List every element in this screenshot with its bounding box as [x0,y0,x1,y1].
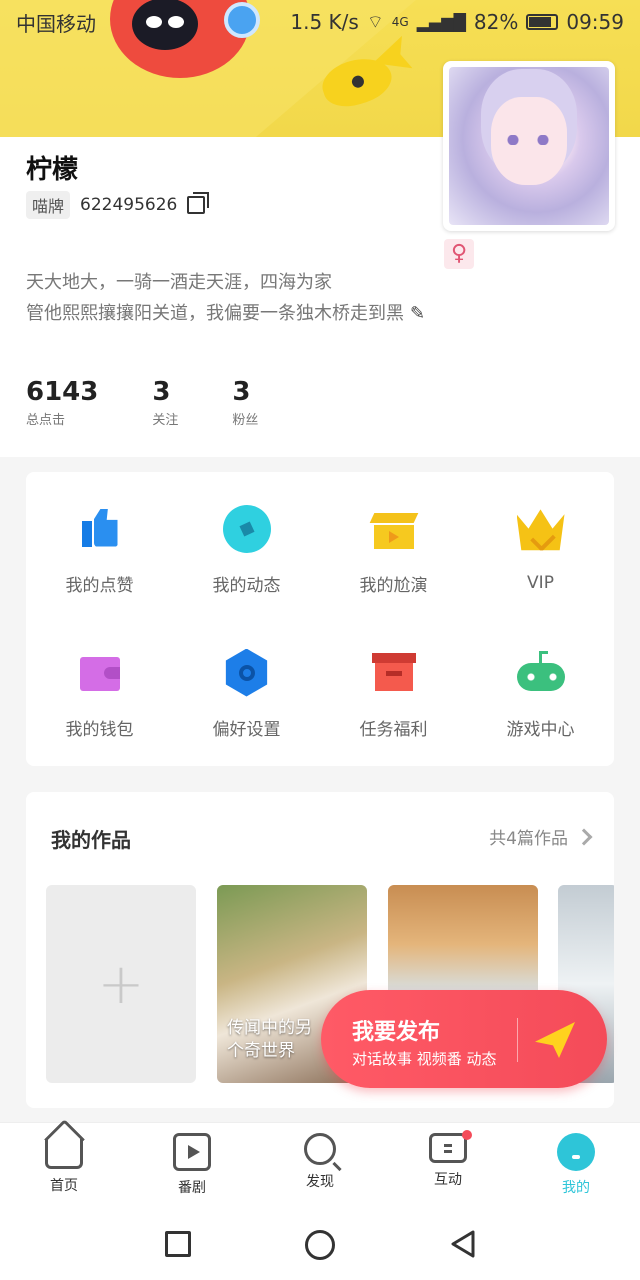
stats-row: 6143 总点击 3 关注 3 粉丝 [26,377,312,428]
gift-box-icon [370,649,418,697]
home-icon [45,1139,83,1169]
paper-plane-icon [535,1022,575,1058]
status-bar: 中国移动 1.5 K/s ⌔ 4G ▂▄▆█ 82% 09:59 [0,0,640,44]
tab-drama[interactable]: 番剧 [128,1123,256,1212]
stat-clicks: 6143 总点击 [26,377,98,428]
home-circle-icon[interactable] [305,1230,335,1260]
notification-dot [462,1130,472,1140]
tab-interact[interactable]: 互动 [384,1123,512,1212]
menu-label: 我的动态 [212,575,281,596]
menu-label: 任务福利 [359,719,428,740]
clock: 09:59 [566,10,624,34]
tab-label: 番剧 [178,1180,206,1196]
network-speed: 1.5 K/s [290,10,359,34]
publish-subtitle: 对话故事 视频番 动态 [352,1050,497,1068]
clapperboard-icon [370,505,418,553]
tab-me[interactable]: 我的 [512,1123,640,1212]
gamepad-buttons [526,672,557,681]
tab-label: 我的 [562,1180,590,1196]
add-work-button[interactable]: + [46,885,196,1083]
carrier-label: 中国移动 [16,11,96,36]
system-nav-bar [0,1212,640,1280]
avatar[interactable] [443,61,615,231]
battery-icon [526,14,559,30]
bottom-tab-bar: 首页 番剧 发现 互动 我的 [0,1122,640,1212]
menu-item-wallet[interactable]: 我的钱包 [26,622,173,766]
stat-label: 总点击 [26,413,66,428]
settings-hex-icon [225,648,268,697]
back-triangle-icon[interactable] [450,1229,476,1259]
recent-apps-icon[interactable] [165,1231,191,1257]
menu-item-performances[interactable]: 我的尬演 [320,478,467,622]
signal-label: 4G [391,15,409,29]
clapper-play-mark [388,530,399,543]
wallet-icon [76,649,124,697]
menu-label: 我的点赞 [65,575,134,596]
menu-label: 我的尬演 [359,575,428,596]
work-caption-line: 传闻中的另 [227,1018,312,1038]
user-id: 622495626 [80,195,178,215]
works-count: 共4篇作品 [489,829,568,849]
bio-line-2: 管他熙熙攘攘阳关道，我偏要一条独木桥走到黑 ✎ [26,298,425,329]
edit-pencil-icon[interactable]: ✎ [410,298,425,329]
status-right: 1.5 K/s ⌔ 4G ▂▄▆█ 82% 09:59 [290,10,624,34]
publish-title: 我要发布 [352,1020,441,1045]
search-discover-icon [304,1133,336,1165]
tab-home[interactable]: 首页 [0,1123,128,1212]
avatar-image [449,67,609,225]
menu-label: 偏好设置 [212,719,281,740]
work-caption-line: 个奇世界 [227,1041,295,1061]
user-name: 柠檬 [26,155,79,185]
id-tag: 喵牌 [26,191,71,219]
play-square-icon [173,1133,211,1171]
menu-item-preferences[interactable]: 偏好设置 [173,622,320,766]
gamepad-icon [516,649,565,697]
stat-value: 3 [152,377,171,407]
menu-grid: 我的点赞 我的动态 我的尬演 VIP 我的钱包 偏好设置 任务福利 游戏中心 [26,472,614,766]
work-caption: 传闻中的另 个奇世界 [227,1017,312,1063]
stat-following[interactable]: 3 关注 [152,377,178,428]
stat-label: 粉丝 [232,413,259,428]
copy-icon[interactable] [187,192,210,214]
user-id-row: 喵牌 622495626 [26,191,210,219]
menu-label: 我的钱包 [65,719,134,740]
wifi-icon: ⌔ [366,11,384,33]
works-more-link[interactable]: 共4篇作品 [489,824,593,849]
crown-icon [516,509,565,551]
menu-item-vip[interactable]: VIP [467,478,614,622]
publish-button[interactable]: 我要发布 对话故事 视频番 动态 [321,990,607,1088]
stat-fans[interactable]: 3 粉丝 [232,377,258,428]
chevron-right-icon [575,828,593,845]
chat-icon [429,1133,467,1163]
tab-label: 首页 [50,1178,78,1194]
battery-percent: 82% [473,10,519,34]
user-bio[interactable]: 天大地大，一骑一酒走天涯，四海为家 管他熙熙攘攘阳关道，我偏要一条独木桥走到黑 ✎ [26,267,425,329]
menu-label: 游戏中心 [506,719,575,740]
female-gender-icon: ♀ [444,239,474,269]
menu-item-tasks[interactable]: 任务福利 [320,622,467,766]
signal-icon: ▂▄▆█ [416,12,466,32]
tab-label: 发现 [306,1174,334,1190]
menu-item-dynamics[interactable]: 我的动态 [173,478,320,622]
box-slot [385,670,402,676]
compass-icon [222,504,271,553]
bio-line-1: 天大地大，一骑一酒走天涯，四海为家 [26,272,332,293]
menu-item-likes[interactable]: 我的点赞 [26,478,173,622]
fish-eye [350,74,366,90]
profile-icon [557,1133,595,1171]
stat-value: 3 [232,377,251,407]
thumbs-up-icon [76,505,124,553]
publish-divider [517,1018,518,1062]
tab-discover[interactable]: 发现 [256,1123,384,1212]
stat-value: 6143 [26,377,99,407]
menu-label: VIP [527,573,554,593]
menu-item-games[interactable]: 游戏中心 [467,622,614,766]
tab-label: 互动 [434,1172,462,1188]
works-title: 我的作品 [51,828,131,852]
bio-line-2-text: 管他熙熙攘攘阳关道，我偏要一条独木桥走到黑 [26,303,404,324]
stat-label: 关注 [152,413,179,428]
